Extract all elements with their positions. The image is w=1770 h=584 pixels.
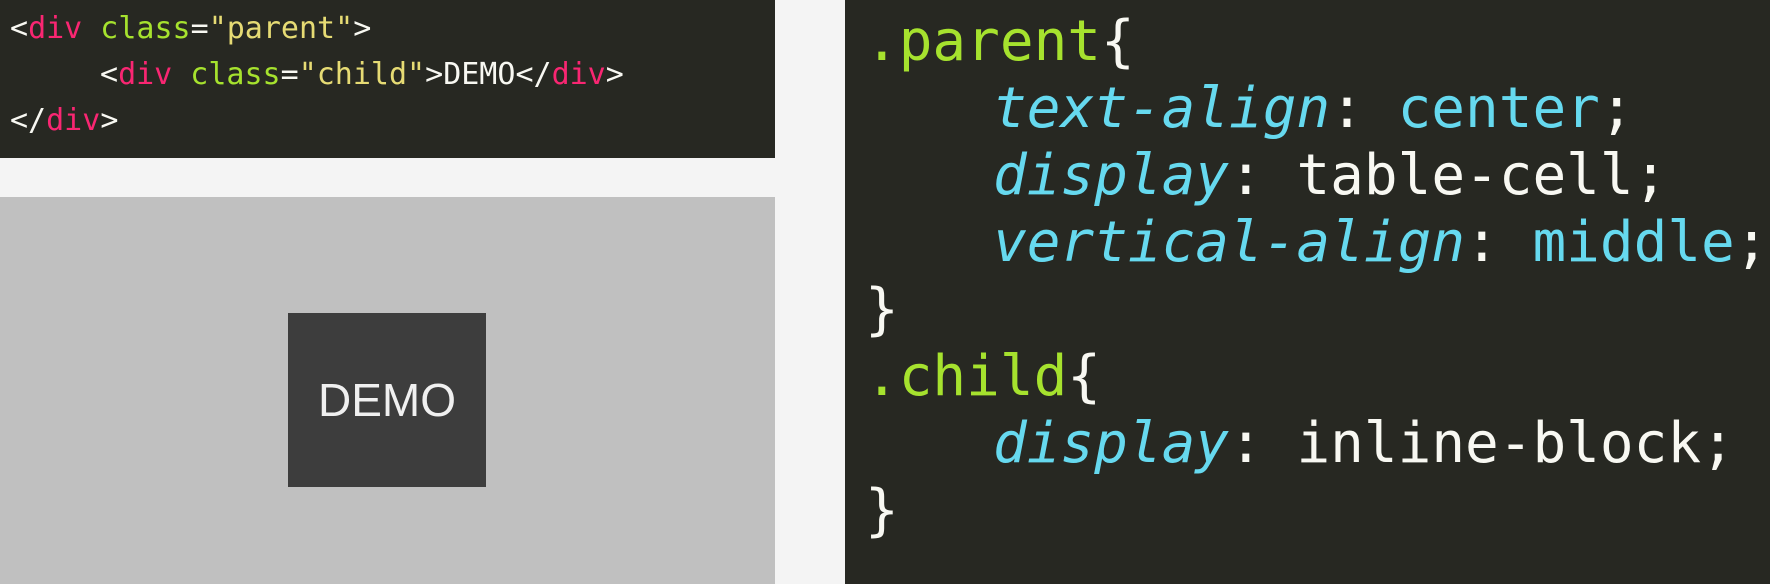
attr-value: "child" (298, 57, 426, 92)
slide: <div class="parent"> <div class="child">… (0, 0, 1770, 584)
css-semicolon: ; (1599, 76, 1634, 141)
css-value: inline-block (1296, 411, 1702, 476)
css-selector: .parent (865, 9, 1102, 74)
tag-name: div (28, 11, 83, 46)
css-semicolon: ; (1734, 210, 1769, 275)
end-tag-close: > (100, 103, 119, 138)
demo-child-box: DEMO (288, 313, 486, 487)
css-open-brace: { (1101, 9, 1135, 74)
css-colon: : (1229, 411, 1263, 476)
css-property: vertical-align (993, 210, 1466, 275)
css-rule: vertical-align: middle; (865, 209, 1770, 276)
html-code-panel: <div class="parent"> <div class="child">… (0, 0, 775, 158)
css-close-brace: } (865, 277, 899, 342)
css-value: middle (1532, 210, 1735, 275)
attr-name: class (172, 57, 281, 92)
end-tag-name: div (551, 57, 606, 92)
css-line-child-selector: .child{ (865, 343, 1770, 410)
css-property: display (993, 143, 1230, 208)
css-open-brace: { (1067, 344, 1102, 409)
css-colon: : (1330, 76, 1364, 141)
css-colon: : (1229, 143, 1263, 208)
css-rule: text-align: center; (865, 75, 1770, 142)
html-code-line-3: </div> (10, 98, 775, 144)
end-tag-open: </ (10, 103, 47, 138)
tag-open-bracket: < (10, 11, 29, 46)
css-value: table-cell (1296, 143, 1634, 208)
css-close-brace: } (865, 478, 899, 543)
css-property: display (993, 411, 1230, 476)
css-line-child-close: } (865, 477, 1770, 544)
end-tag-name: div (46, 103, 101, 138)
html-code-line-2: <div class="child">DEMO</div> (10, 52, 775, 98)
tag-close-bracket: > (353, 11, 372, 46)
css-selector: .child (865, 344, 1068, 409)
css-rule: display: table-cell; (865, 142, 1770, 209)
css-property: text-align (993, 76, 1331, 141)
demo-preview-area: DEMO (0, 197, 775, 584)
end-tag-open: </ (515, 57, 552, 92)
html-code-line-1: <div class="parent"> (10, 6, 775, 52)
tag-open-bracket: < (100, 57, 119, 92)
attr-name: class (82, 11, 191, 46)
css-semicolon: ; (1701, 411, 1735, 476)
tag-name: div (118, 57, 173, 92)
css-line-parent-close: } (865, 276, 1770, 343)
css-value: center (1397, 76, 1600, 141)
css-colon: : (1465, 210, 1499, 275)
css-rule: display: inline-block; (865, 410, 1770, 477)
attr-equals: = (190, 11, 209, 46)
element-text: DEMO (443, 57, 516, 92)
css-semicolon: ; (1633, 143, 1668, 208)
attr-value: "parent" (208, 11, 354, 46)
tag-close-bracket: > (425, 57, 444, 92)
css-line-parent-selector: .parent{ (865, 8, 1770, 75)
css-code-panel: .parent{ text-align: center; display: ta… (845, 0, 1770, 584)
end-tag-close: > (605, 57, 624, 92)
demo-label: DEMO (318, 374, 456, 426)
attr-equals: = (280, 57, 299, 92)
